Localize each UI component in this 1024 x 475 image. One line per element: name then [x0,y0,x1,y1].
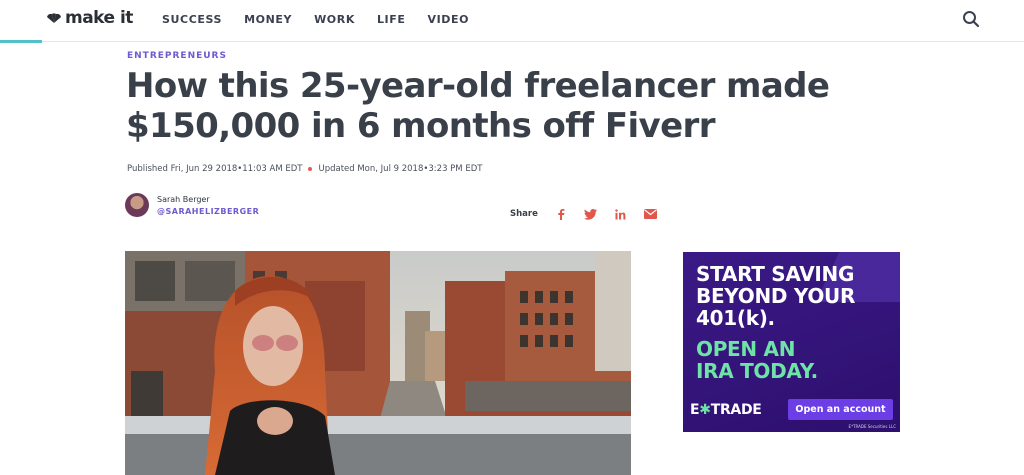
main-nav: SUCCESS MONEY WORK LIFE VIDEO [162,13,469,26]
share-bar: Share [510,207,658,221]
updated-date: Updated Mon, Jul 9 2018•3:23 PM EDT [318,164,483,174]
published-date: Published Fri, Jun 29 2018•11:03 AM EDT [127,164,303,174]
nav-item-life[interactable]: LIFE [377,13,406,26]
ad-subheadline-line-2: IRA TODAY. [696,359,818,383]
facebook-icon[interactable] [554,207,568,221]
hero-photo [125,251,631,475]
etrade-star-icon: ✱ [699,402,711,418]
etrade-logo: E✱TRADE [690,402,762,418]
etrade-logo-trade: TRADE [710,402,762,418]
separator-dot [308,167,313,171]
hero-photo-scene [125,251,631,475]
etrade-logo-e: E [690,402,700,418]
logo-text: make it [65,8,133,28]
top-navigation-bar: make it SUCCESS MONEY WORK LIFE VIDEO [0,0,1024,42]
make-it-logo[interactable]: make it [46,8,133,28]
ad-subheadline: OPEN AN IRA TODAY. [696,338,818,382]
peacock-icon [47,12,61,23]
twitter-icon[interactable] [584,207,598,221]
ad-fine-print: E*TRADE Securities LLC [848,424,896,429]
linkedin-icon[interactable] [614,207,628,221]
author-byline: Sarah Berger @SARAHELIZBERGER [125,193,259,217]
ad-headline-line-2: BEYOND YOUR [696,284,856,308]
open-account-button[interactable]: Open an account [788,399,893,420]
avatar[interactable] [125,193,149,217]
search-icon[interactable] [962,10,980,28]
ad-subheadline-line-1: OPEN AN [696,337,796,361]
article-timestamps: Published Fri, Jun 29 2018•11:03 AM EDT … [127,164,482,174]
section-kicker[interactable]: ENTREPRENEURS [127,51,227,61]
nav-item-work[interactable]: WORK [314,13,355,26]
nav-item-video[interactable]: VIDEO [427,13,469,26]
nav-item-money[interactable]: MONEY [244,13,292,26]
nav-item-success[interactable]: SUCCESS [162,13,222,26]
article-headline: How this 25-year-old freelancer made $15… [126,66,830,146]
author-name[interactable]: Sarah Berger [157,195,259,204]
ad-headline-line-1: START SAVING [696,262,855,286]
etrade-ad-banner[interactable]: START SAVING BEYOND YOUR 401(k). OPEN AN… [683,252,900,432]
reading-progress-bar [0,40,42,43]
author-handle[interactable]: @SARAHELIZBERGER [157,207,259,216]
share-label: Share [510,209,538,219]
ad-headline: START SAVING BEYOND YOUR 401(k). [696,263,855,329]
email-icon[interactable] [644,207,658,221]
ad-headline-line-3: 401(k). [696,306,775,330]
